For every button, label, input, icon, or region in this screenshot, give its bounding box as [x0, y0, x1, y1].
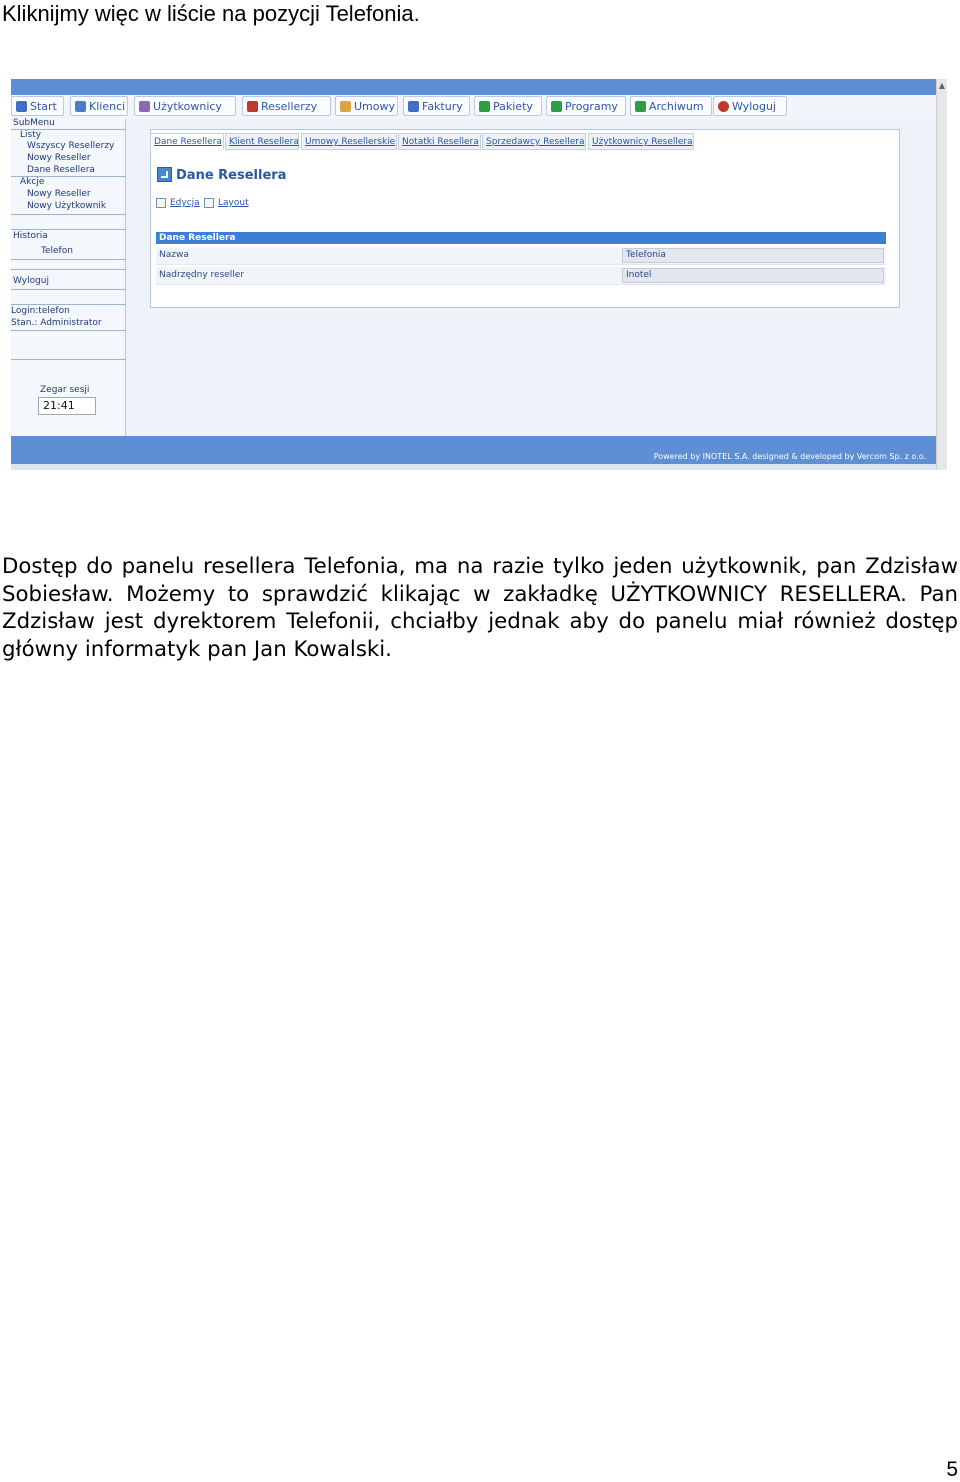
clients-icon	[75, 100, 86, 112]
menu-archiwum[interactable]: Archiwum	[630, 96, 712, 116]
sidebar-item-all-resellers[interactable]: Wszyscy Resellerzy	[27, 140, 114, 152]
divider	[11, 214, 126, 215]
divider	[11, 359, 126, 360]
session-clock: 21:41	[38, 397, 96, 415]
sidebar-item-new-reseller-action[interactable]: Nowy Reseller	[27, 188, 91, 200]
menu-umowy[interactable]: Umowy	[335, 96, 398, 116]
divider	[11, 269, 126, 270]
edit-link[interactable]: Edycja	[170, 198, 200, 208]
status-info: Stan.: Administrator	[11, 318, 102, 328]
invoices-icon	[408, 100, 419, 112]
table-row: Nadrzędny reseller Inotel	[156, 267, 886, 285]
menu-start[interactable]: Start	[11, 96, 64, 116]
menu-wyloguj[interactable]: Wyloguj	[713, 96, 787, 116]
reseller-data-icon	[157, 167, 172, 182]
sidebar-actions-heading: Akcje	[20, 177, 45, 187]
tab-umowy-resellerskie[interactable]: Umowy Resellerskie	[301, 133, 397, 150]
sidebar-item-history-telefon[interactable]: Telefon	[41, 245, 73, 257]
intro-text: Kliknijmy więc w liście na pozycji Telef…	[2, 1, 420, 26]
packages-icon	[479, 100, 490, 112]
session-clock-label: Zegar sesji	[40, 385, 90, 395]
footer-credits: Powered by INOTEL S.A. designed & develo…	[653, 452, 926, 461]
sidebar-item-new-reseller[interactable]: Nowy Reseller	[27, 152, 91, 164]
table-header: Dane Resellera	[156, 232, 886, 244]
sidebar: SubMenu Listy Wszyscy Resellerzy Nowy Re…	[11, 118, 126, 436]
archive-icon	[635, 100, 646, 112]
menu-faktury[interactable]: Faktury	[403, 96, 470, 116]
menu-pakiety[interactable]: Pakiety	[474, 96, 542, 116]
tab-klient-resellera[interactable]: Klient Resellera	[225, 133, 299, 150]
body-paragraph: Dostęp do panelu resellera Telefonia, ma…	[2, 554, 958, 662]
tab-dane-resellera[interactable]: Dane Resellera	[150, 133, 224, 150]
layout-link[interactable]: Layout	[218, 198, 249, 208]
login-info: Login:telefon	[11, 306, 70, 316]
sidebar-item-logout[interactable]: Wyloguj	[13, 275, 49, 287]
tab-notatki-resellera[interactable]: Notatki Resellera	[398, 133, 481, 150]
screenshot: ▲ Start Klienci Użytkownicy Resellerzy U…	[11, 79, 947, 470]
tab-uzytkownicy-resellera[interactable]: Użytkownicy Resellera	[588, 133, 694, 150]
top-bar	[11, 79, 936, 95]
resellers-icon	[247, 100, 258, 112]
sidebar-history-heading: Historia	[13, 231, 48, 241]
menu-resellerzy[interactable]: Resellerzy	[242, 96, 331, 116]
contracts-icon	[340, 100, 351, 112]
field-label: Nazwa	[159, 250, 189, 260]
field-value: Inotel	[622, 268, 884, 283]
sidebar-item-new-user[interactable]: Nowy Użytkownik	[27, 200, 106, 212]
users-icon	[139, 100, 150, 112]
menu-programy[interactable]: Programy	[546, 96, 626, 116]
panel-title: Dane Resellera	[176, 168, 287, 183]
logout-icon	[718, 100, 729, 112]
scrollbar[interactable]: ▲	[936, 79, 947, 470]
divider	[11, 259, 126, 260]
divider	[11, 289, 126, 290]
footer-bar: Powered by INOTEL S.A. designed & develo…	[11, 436, 936, 464]
scroll-up-icon[interactable]: ▲	[938, 81, 946, 91]
edit-icon[interactable]	[156, 198, 166, 208]
table-row: Nazwa Telefonia	[156, 247, 886, 265]
tab-sprzedawcy-resellera[interactable]: Sprzedawcy Resellera	[482, 133, 586, 150]
field-value: Telefonia	[622, 248, 884, 263]
page-number: 5	[946, 1458, 958, 1481]
field-label: Nadrzędny reseller	[159, 270, 245, 280]
home-icon	[16, 100, 27, 112]
divider	[11, 330, 126, 331]
menu-uzytkownicy[interactable]: Użytkownicy	[134, 96, 236, 116]
layout-icon[interactable]	[204, 198, 214, 208]
sidebar-item-reseller-data[interactable]: Dane Resellera	[27, 164, 95, 176]
programs-icon	[551, 100, 562, 112]
menu-klienci[interactable]: Klienci	[70, 96, 128, 116]
sidebar-submenu-heading: SubMenu	[13, 118, 55, 128]
